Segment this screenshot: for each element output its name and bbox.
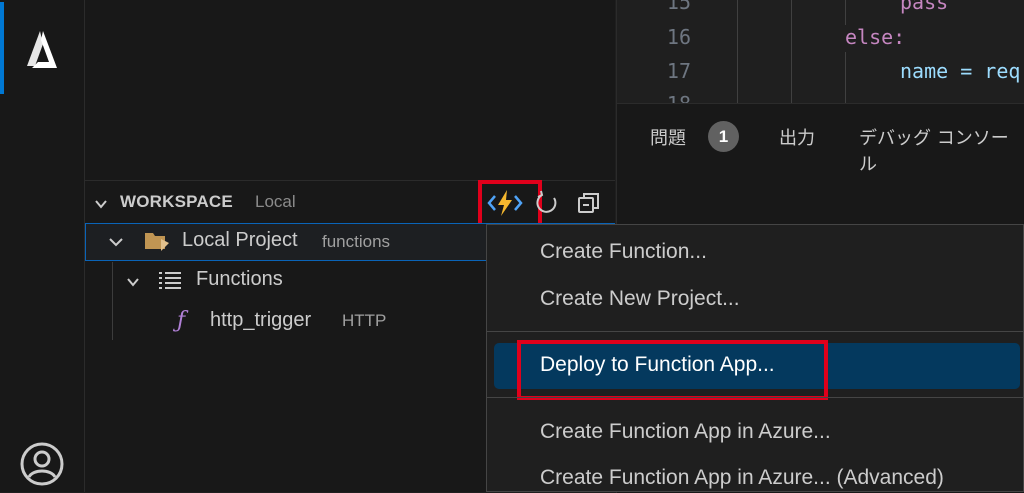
workspace-subtitle: Local — [255, 192, 296, 211]
indent-guide — [845, 0, 846, 25]
code-line: pass — [900, 0, 949, 14]
line-number: 17 — [666, 59, 691, 83]
azure-icon[interactable] — [18, 26, 66, 74]
problems-count-badge: 1 — [708, 121, 739, 152]
active-indicator — [0, 2, 4, 94]
indent-guide — [737, 0, 738, 103]
project-label: Local Project — [182, 229, 298, 251]
indent-guide — [845, 52, 846, 103]
tab-debug-console[interactable]: デバッグ コンソール — [859, 124, 1024, 176]
code-line: name = req — [900, 59, 1021, 83]
list-icon — [158, 270, 182, 290]
code-line: else: — [845, 25, 906, 49]
indent-guide — [791, 0, 792, 103]
function-icon: ƒ — [177, 308, 186, 333]
chevron-down-icon[interactable] — [108, 234, 124, 250]
menu-item-create-function-app-azure-advanced[interactable]: Create Function App in Azure... (Advance… — [540, 466, 944, 490]
account-icon[interactable] — [18, 440, 66, 488]
project-description: functions — [322, 232, 391, 251]
highlight-box — [517, 340, 828, 400]
line-number: 15 — [666, 0, 691, 14]
menu-separator — [486, 331, 1024, 332]
tab-problems[interactable]: 問題 — [650, 124, 686, 150]
refresh-icon[interactable] — [534, 190, 560, 216]
folder-icon — [143, 229, 171, 253]
menu-item-create-function[interactable]: Create Function... — [540, 240, 707, 264]
workspace-title: WORKSPACE — [120, 192, 233, 211]
menu-item-create-new-project[interactable]: Create New Project... — [540, 287, 740, 311]
function-description: HTTP — [342, 311, 387, 330]
tree-item-functions[interactable]: Functions — [196, 268, 283, 291]
line-number: 16 — [666, 25, 691, 49]
chevron-down-icon[interactable] — [94, 196, 108, 210]
collapse-all-icon[interactable] — [576, 190, 602, 216]
code-editor[interactable]: 15 pass 16 else: 17 name = req 18 — [616, 0, 1024, 116]
tree-indent-guide — [112, 262, 113, 340]
chevron-down-icon[interactable] — [126, 274, 140, 288]
tab-output[interactable]: 出力 — [779, 124, 815, 150]
menu-separator — [486, 397, 1024, 398]
menu-item-create-function-app-azure[interactable]: Create Function App in Azure... — [540, 420, 831, 444]
tree-item-http-trigger[interactable]: http_trigger — [210, 309, 311, 332]
